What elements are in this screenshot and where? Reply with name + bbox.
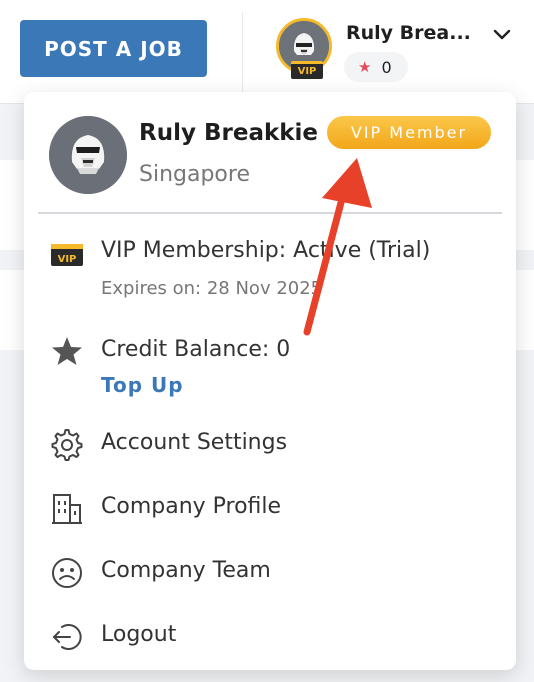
- menu-item-label: Company Profile: [101, 494, 282, 519]
- background-panel: [516, 270, 534, 350]
- star-icon: ★: [358, 58, 372, 76]
- user-location: Singapore: [139, 162, 250, 187]
- background-panel: [0, 270, 24, 350]
- menu-item-company-profile[interactable]: Company Profile: [24, 478, 516, 530]
- top-navigation-bar: POST A JOB VIP Ruly Brea... ★ 0: [0, 0, 534, 104]
- menu-item-label: Account Settings: [101, 430, 288, 455]
- user-menu-toggle[interactable]: VIP Ruly Brea... ★ 0: [276, 18, 526, 82]
- divider: [38, 212, 502, 214]
- post-a-job-button[interactable]: POST A JOB: [20, 20, 207, 77]
- team-face-icon: [52, 558, 82, 588]
- vip-expiry-date: Expires on: 28 Nov 2025: [101, 278, 323, 299]
- menu-item-company-team[interactable]: Company Team: [24, 542, 516, 594]
- menu-item-logout[interactable]: Logout: [24, 606, 516, 658]
- vip-ticket-icon: VIP: [51, 244, 83, 266]
- chevron-down-icon[interactable]: [491, 24, 513, 46]
- star-icon: [52, 337, 82, 365]
- dropdown-user-name: Ruly Breakkie: [139, 120, 319, 146]
- menu-item-account-settings[interactable]: Account Settings: [24, 414, 516, 466]
- background-panel: [0, 160, 24, 250]
- background-panel: [516, 160, 534, 250]
- credit-pill[interactable]: ★ 0: [344, 52, 408, 82]
- svg-text:VIP: VIP: [58, 254, 77, 265]
- user-dropdown-menu: Ruly Breakkie VIP Member Singapore VIP V…: [24, 92, 516, 670]
- avatar: [49, 116, 127, 194]
- stormtrooper-icon: [49, 116, 127, 194]
- vip-membership-status: VIP Membership: Active (Trial): [101, 238, 431, 263]
- divider: [242, 12, 243, 92]
- building-icon: [52, 494, 82, 524]
- gear-icon: [51, 429, 83, 461]
- credit-count: 0: [381, 57, 392, 77]
- user-name[interactable]: Ruly Brea...: [346, 22, 471, 44]
- menu-item-label: Logout: [101, 622, 177, 647]
- vip-tag: VIP: [291, 61, 323, 79]
- credit-balance: Credit Balance: 0: [101, 337, 291, 362]
- avatar[interactable]: VIP: [276, 18, 332, 79]
- vip-member-badge: VIP Member: [327, 116, 491, 149]
- logout-icon: [53, 624, 82, 650]
- top-up-link[interactable]: Top Up: [101, 373, 184, 397]
- menu-item-label: Company Team: [101, 558, 271, 583]
